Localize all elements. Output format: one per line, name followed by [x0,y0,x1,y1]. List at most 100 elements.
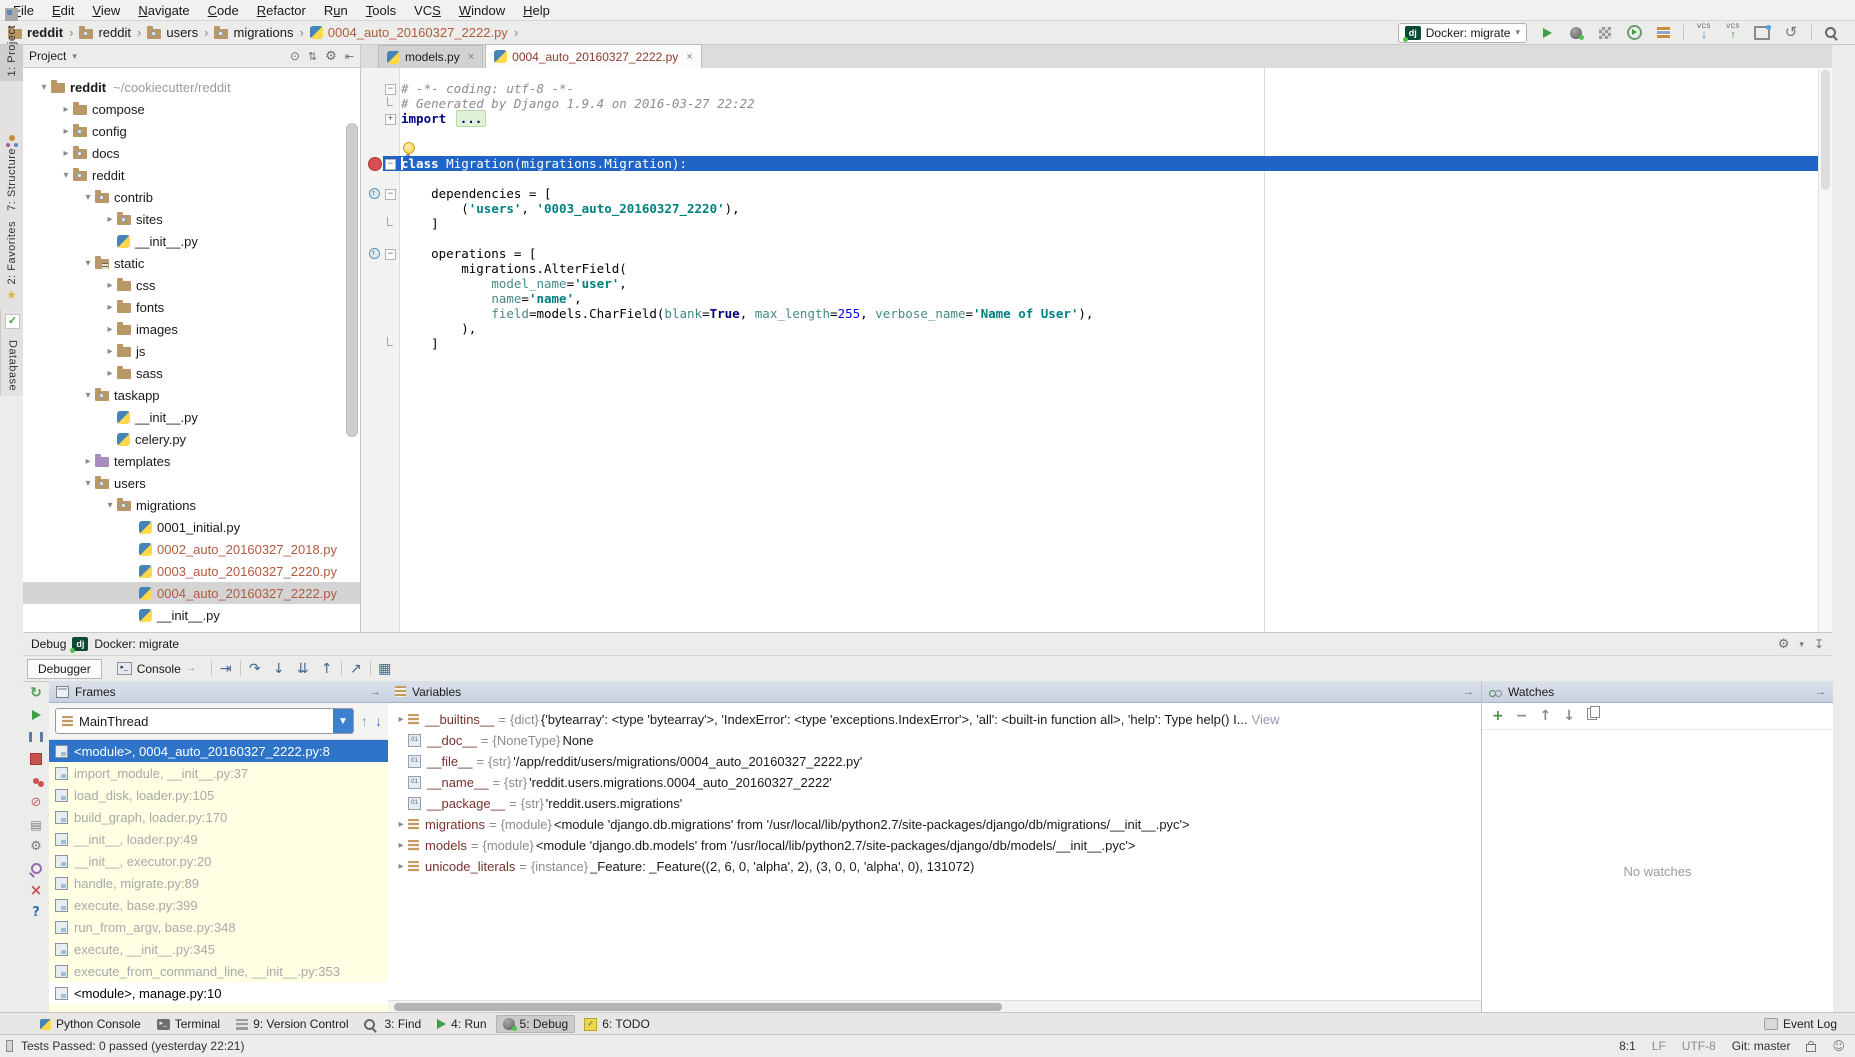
fold-marker-icon[interactable]: − [385,159,396,170]
frame-row[interactable]: <module>, 0004_auto_20160327_2222.py:8 [49,740,388,762]
expander-icon[interactable]: ▸ [394,861,408,872]
menu-edit[interactable]: Edit [43,2,83,19]
mute-breakpoints-button[interactable] [28,795,44,810]
menu-code[interactable]: Code [199,2,248,19]
dock-panel-icon[interactable] [1814,637,1824,651]
tree-item[interactable]: ▸js [23,340,360,362]
expander-icon[interactable]: ▸ [394,840,408,851]
code-line[interactable]: ), [401,321,1819,336]
menu-window[interactable]: Window [450,2,514,19]
close-tab-icon[interactable]: × [686,51,692,63]
collapse-all-icon[interactable] [308,50,317,63]
fold-marker-icon[interactable]: − [385,189,396,200]
expander-icon[interactable]: ▸ [394,714,408,725]
menu-help[interactable]: Help [514,2,559,19]
tab-debugger[interactable]: Debugger [27,659,102,679]
editor-tab[interactable]: 0004_auto_20160327_2222.py× [485,44,702,68]
code-area[interactable]: −# -*- coding: utf-8 -*-# Generated by D… [401,68,1819,632]
expander-icon[interactable]: ▸ [394,819,408,830]
tree-item[interactable]: ▸images [23,318,360,340]
toolwindow-todo[interactable]: 6: TODO [577,1015,657,1033]
code-line[interactable]: ] [401,216,1819,231]
move-watch-up-button[interactable]: ↑ [1539,708,1551,724]
file-encoding[interactable]: UTF-8 [1682,1039,1716,1053]
tree-item[interactable]: ▸fonts [23,296,360,318]
frame-row[interactable]: execute, __init__.py:345 [49,938,388,960]
close-tab-icon[interactable]: × [468,51,474,63]
profiler-button[interactable] [1625,24,1643,42]
run-configuration-select[interactable]: Docker: migrate ▾ [1398,23,1527,43]
chevron-down-icon[interactable]: ▾ [37,82,51,93]
menu-tools[interactable]: Tools [357,2,405,19]
run-button[interactable] [1538,24,1556,42]
tree-item[interactable]: celery.py [23,428,360,450]
frame-row[interactable]: import_module, __init__.py:37 [49,762,388,784]
frame-row[interactable]: execute_from_command_line, __init__.py:3… [49,960,388,982]
tree-item[interactable]: ▸templates [23,450,360,472]
chevron-down-icon[interactable]: ▾ [81,258,95,269]
tree-item[interactable]: ▾users [23,472,360,494]
tree-item[interactable]: ▾migrations [23,494,360,516]
code-line[interactable]: − dependencies = [ [401,186,1819,201]
step-into-button[interactable]: ↓ [269,660,289,678]
chevron-down-icon[interactable]: ▾ [81,192,95,203]
move-watch-down-button[interactable]: ↓ [1563,708,1575,724]
add-watch-button[interactable]: + [1492,708,1504,724]
git-branch[interactable]: Git: master [1732,1039,1791,1053]
code-line[interactable]: − operations = [ [401,246,1819,261]
line-separator[interactable]: LF [1652,1039,1666,1053]
chevron-right-icon[interactable]: ▸ [103,280,117,291]
code-line[interactable] [401,126,1819,141]
view-link[interactable]: View [1252,712,1280,727]
menu-run[interactable]: Run [315,2,357,19]
frame-row[interactable]: load_disk, loader.py:105 [49,784,388,806]
pause-button[interactable] [28,729,44,744]
force-step-into-button[interactable]: ⇊ [293,660,313,678]
tree-item[interactable]: 0002_auto_20160327_2018.py [23,538,360,560]
vcs-update-button[interactable] [1695,24,1713,42]
remove-watch-button[interactable]: − [1516,708,1528,724]
variable-row[interactable]: ▸models={module}<module 'django.db.model… [388,835,1481,856]
chevron-right-icon[interactable]: ▸ [103,214,117,225]
stripe-tab-database[interactable]: Database [5,335,21,396]
fold-end-icon[interactable] [387,337,393,346]
tree-item[interactable]: __init__.py [23,604,360,626]
chevron-right-icon[interactable]: ▸ [59,104,73,115]
tree-item[interactable]: __init__.py [23,406,360,428]
step-over-button[interactable]: ↷ [245,660,265,678]
previous-frame-button[interactable]: ↑ [361,713,368,729]
toolwindow-event-log[interactable]: Event Log [1757,1015,1844,1033]
float-panel-icon[interactable]: → [1815,686,1826,698]
copy-watch-button[interactable] [1587,708,1597,724]
coverage-button[interactable] [1596,24,1614,42]
toolwindow-run[interactable]: 4: Run [430,1015,493,1033]
editor-tab[interactable]: models.py× [378,45,483,68]
search-everywhere-button[interactable] [1823,24,1841,42]
code-line[interactable]: model_name='user', [401,276,1819,291]
fold-end-icon[interactable] [387,97,393,106]
tree-item[interactable]: 0003_auto_20160327_2220.py [23,560,360,582]
float-panel-icon[interactable]: → [370,686,381,698]
code-line[interactable] [401,231,1819,246]
frame-row[interactable]: <module>, manage.py:10 [49,982,388,1004]
frame-row[interactable]: execute, base.py:399 [49,894,388,916]
pin-button[interactable] [28,861,44,876]
variable-row[interactable]: ▸unicode_literals={instance}_Feature: _F… [388,856,1481,877]
menu-refactor[interactable]: Refactor [248,2,315,19]
breadcrumb-item[interactable]: users [147,25,198,40]
tree-item[interactable]: 0001_initial.py [23,516,360,538]
fold-marker-icon[interactable]: − [385,249,396,260]
menu-navigate[interactable]: Navigate [129,2,198,19]
intention-bulb-icon[interactable] [403,142,415,154]
resume-button[interactable] [28,707,44,722]
hide-panel-icon[interactable] [345,50,354,63]
view-breakpoints-button[interactable] [28,773,44,788]
frame-row[interactable]: __init__, loader.py:49 [49,828,388,850]
stripe-tab-favorites[interactable]: 2: Favorites [0,216,26,305]
tree-item[interactable]: ▸sass [23,362,360,384]
chevron-right-icon[interactable]: ▸ [59,126,73,137]
tree-item[interactable]: __init__.py [23,230,360,252]
stop-button[interactable] [28,751,44,766]
chevron-down-icon[interactable]: ▾ [81,390,95,401]
code-line[interactable]: −# -*- coding: utf-8 -*- [401,81,1819,96]
